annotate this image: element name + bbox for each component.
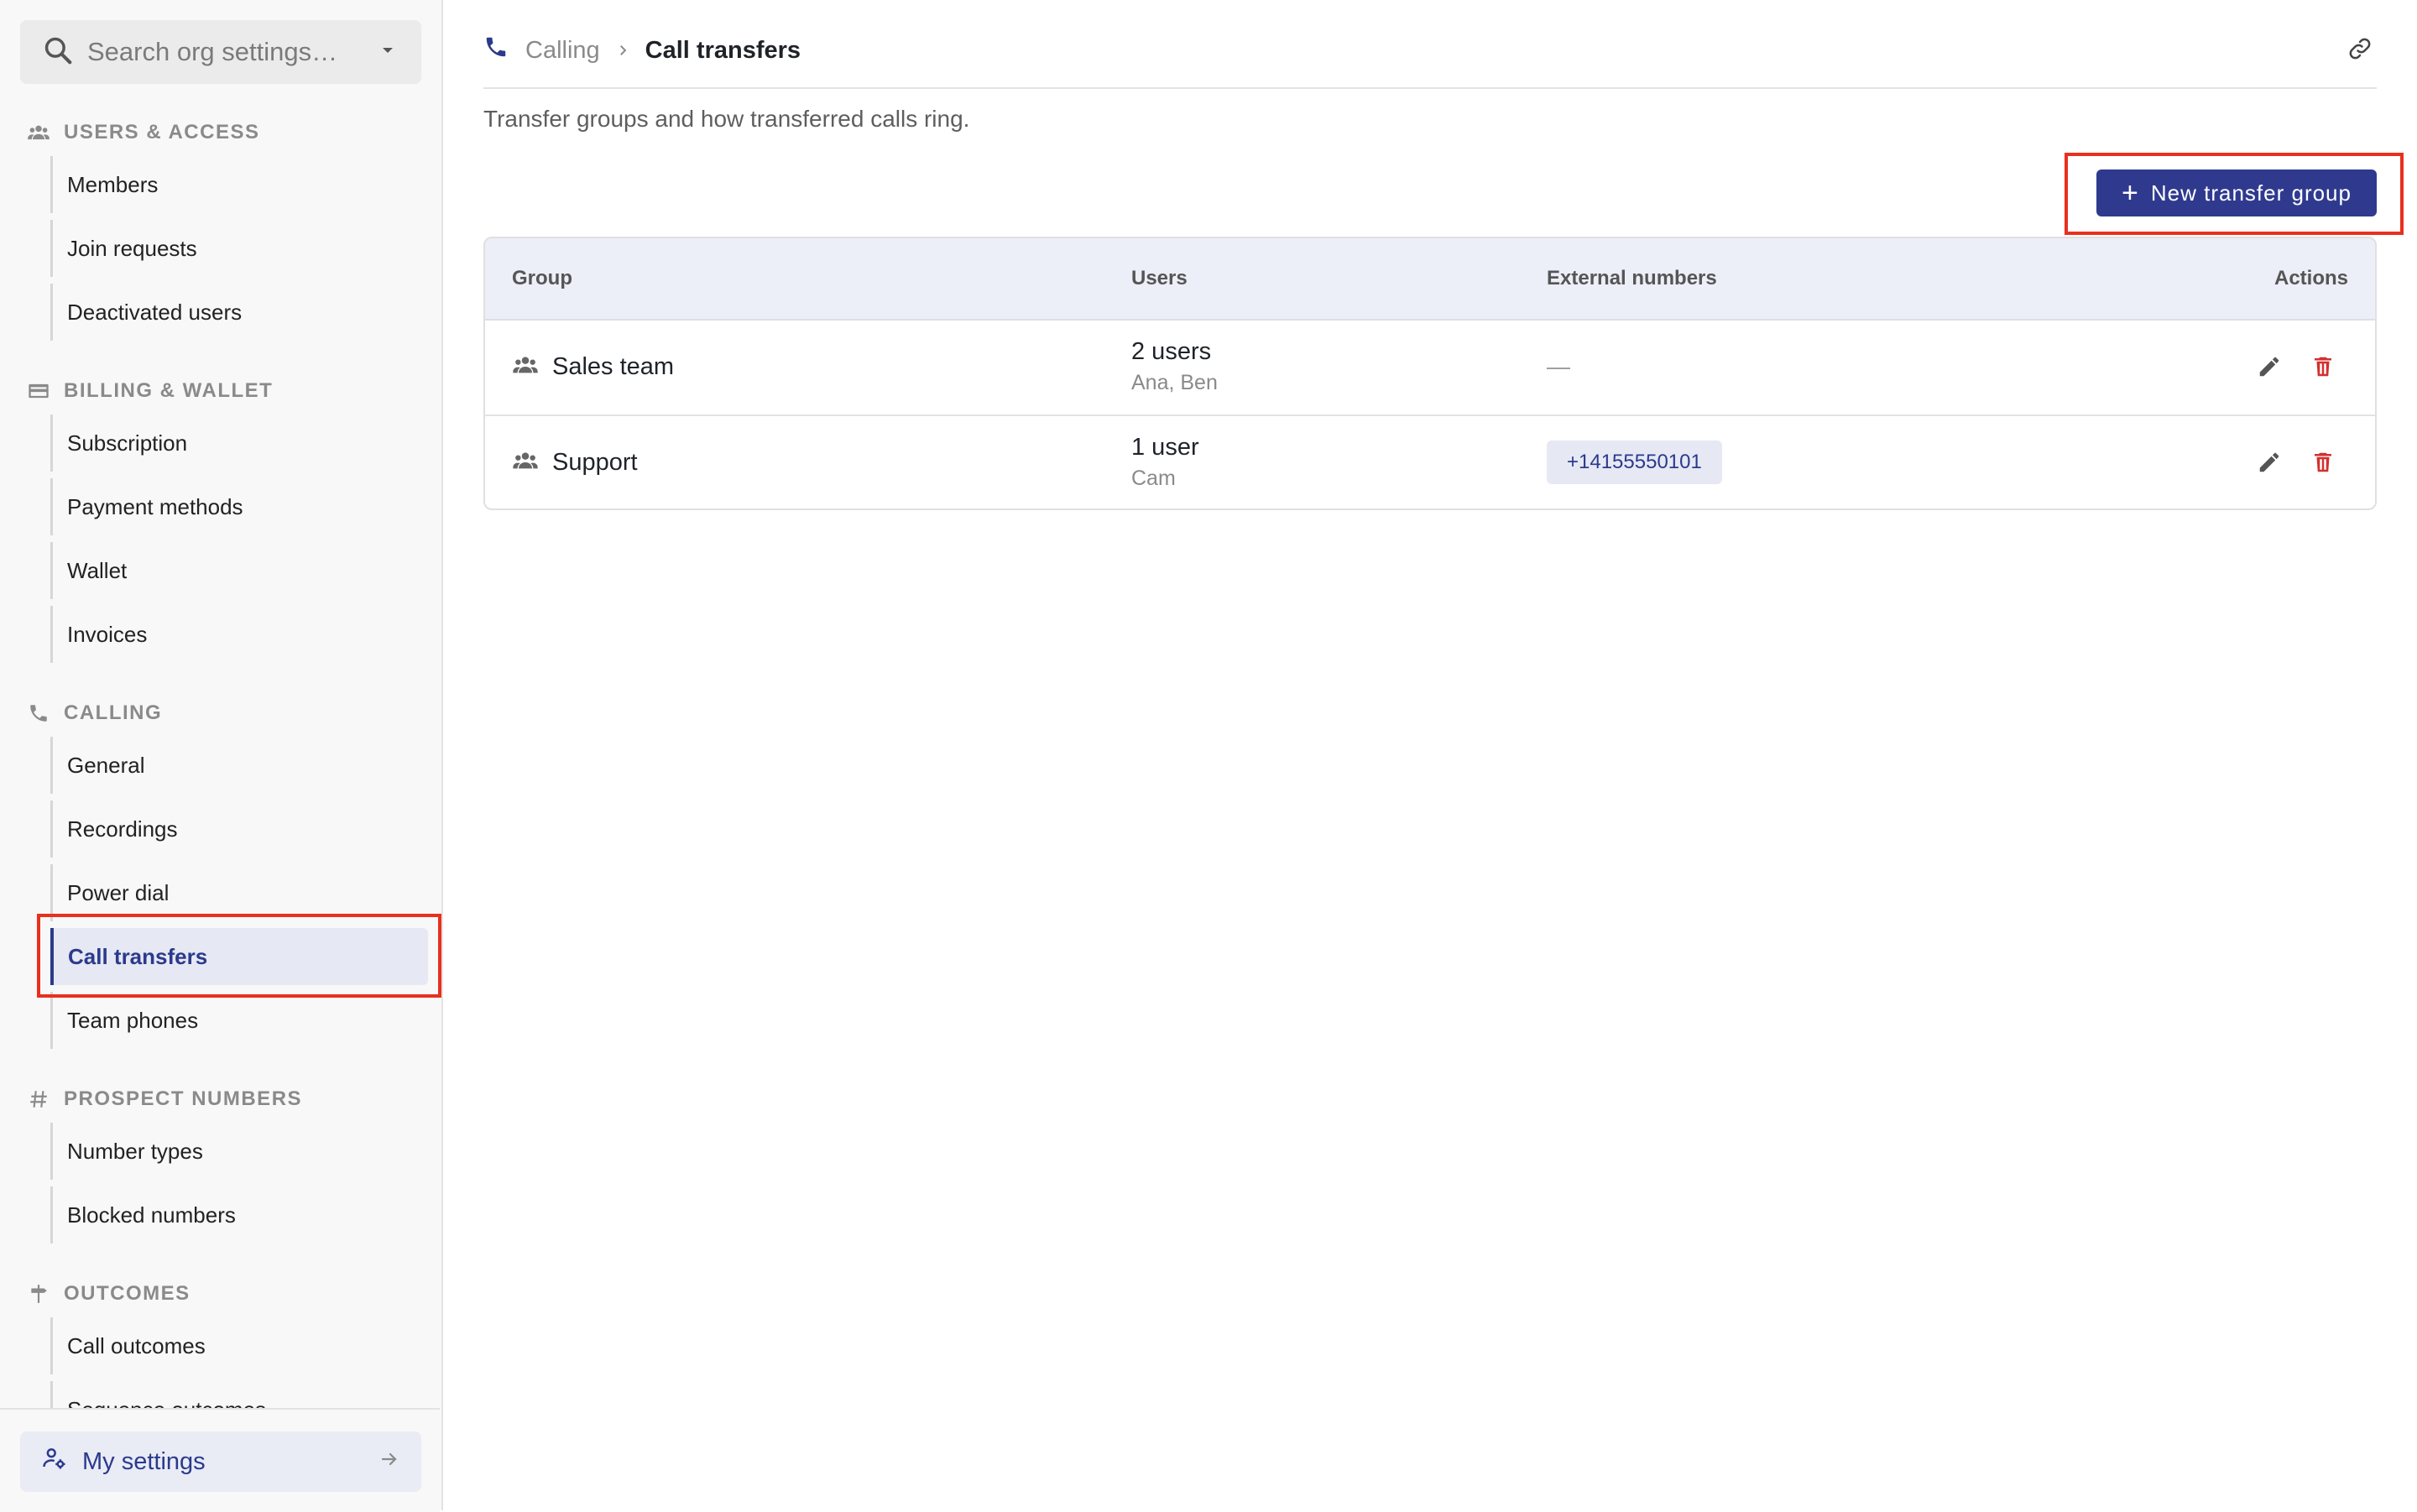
credit-card-icon bbox=[27, 379, 50, 403]
group-cell: Sales team bbox=[512, 319, 674, 414]
user-settings-icon bbox=[42, 1446, 67, 1478]
search-box[interactable] bbox=[20, 20, 421, 84]
my-settings-label: My settings bbox=[82, 1447, 206, 1475]
sidebar-item-power-dial[interactable]: Power dial bbox=[50, 864, 428, 921]
section-header-outcomes: OUTCOMES bbox=[27, 1282, 191, 1306]
column-header-actions: Actions bbox=[2273, 267, 2348, 289]
users-count: 2 users bbox=[1131, 338, 1212, 365]
phone-icon bbox=[483, 34, 509, 66]
chevron-down-icon[interactable] bbox=[378, 40, 398, 65]
sidebar-item-recordings[interactable]: Recordings bbox=[50, 800, 428, 858]
sidebar-item-deactivated-users[interactable]: Deactivated users bbox=[50, 284, 428, 341]
group-name: Support bbox=[552, 448, 638, 476]
sidebar-item-invoices[interactable]: Invoices bbox=[50, 606, 428, 663]
new-transfer-group-button[interactable]: + New transfer group bbox=[2096, 169, 2377, 216]
sidebar-item-blocked-numbers[interactable]: Blocked numbers bbox=[50, 1186, 428, 1243]
sidebar-item-general[interactable]: General bbox=[50, 737, 428, 794]
search-input[interactable] bbox=[86, 36, 378, 68]
sidebar-item-subscription[interactable]: Subscription bbox=[50, 414, 428, 472]
external-number-chip: +14155550101 bbox=[1547, 441, 1722, 484]
transfer-groups-table: Group Users External numbers Actions Sal… bbox=[483, 237, 2377, 510]
table-row: Support 1 user Cam +14155550101 bbox=[485, 414, 2375, 508]
sidebar-footer: My settings bbox=[0, 1408, 440, 1512]
group-cell: Support bbox=[512, 414, 638, 508]
group-icon bbox=[512, 447, 539, 478]
users-count: 1 user bbox=[1131, 434, 1199, 461]
sidebar: USERS & ACCESS Members Join requests Dea… bbox=[0, 0, 443, 1512]
breadcrumb-current: Call transfers bbox=[645, 36, 801, 64]
sidebar-item-join-requests[interactable]: Join requests bbox=[50, 220, 428, 277]
actions-cell bbox=[2253, 414, 2340, 508]
section-header-billing-wallet: BILLING & WALLET bbox=[27, 379, 273, 403]
sidebar-item-number-types[interactable]: Number types bbox=[50, 1123, 428, 1180]
table-row: Sales team 2 users Ana, Ben — bbox=[485, 319, 2375, 416]
section-title: CALLING bbox=[64, 701, 163, 724]
breadcrumb: Calling Call transfers bbox=[483, 30, 801, 70]
external-numbers-cell: — bbox=[1547, 319, 1570, 414]
sidebar-nav: USERS & ACCESS Members Join requests Dea… bbox=[0, 109, 440, 1411]
chevron-right-icon bbox=[615, 43, 630, 58]
arrow-right-icon bbox=[379, 1448, 399, 1476]
sidebar-item-call-outcomes[interactable]: Call outcomes bbox=[50, 1317, 428, 1374]
external-numbers-empty: — bbox=[1547, 353, 1570, 379]
signpost-icon bbox=[27, 1282, 50, 1306]
sidebar-item-wallet[interactable]: Wallet bbox=[50, 542, 428, 599]
page-subtitle: Transfer groups and how transferred call… bbox=[483, 106, 970, 132]
my-settings-button[interactable]: My settings bbox=[20, 1431, 421, 1492]
table-header: Group Users External numbers Actions bbox=[485, 238, 2375, 321]
column-header-external-numbers: External numbers bbox=[1547, 267, 1717, 289]
phone-icon bbox=[27, 701, 50, 725]
edit-button[interactable] bbox=[2253, 350, 2286, 383]
users-names: Cam bbox=[1131, 467, 1176, 490]
hash-icon bbox=[27, 1087, 50, 1111]
edit-button[interactable] bbox=[2253, 446, 2286, 479]
delete-button[interactable] bbox=[2306, 350, 2340, 383]
column-header-users: Users bbox=[1131, 267, 1188, 289]
breadcrumb-parent-link[interactable]: Calling bbox=[525, 37, 600, 65]
section-header-prospect-numbers: PROSPECT NUMBERS bbox=[27, 1087, 302, 1111]
external-numbers-cell: +14155550101 bbox=[1547, 414, 1722, 508]
main-content: Calling Call transfers Transfer groups a… bbox=[483, 0, 2377, 1510]
sidebar-item-team-phones[interactable]: Team phones bbox=[50, 992, 428, 1049]
section-header-calling: CALLING bbox=[27, 701, 162, 725]
group-name: Sales team bbox=[552, 352, 675, 380]
section-title: BILLING & WALLET bbox=[64, 379, 274, 402]
section-title: OUTCOMES bbox=[64, 1282, 191, 1305]
people-icon bbox=[27, 121, 50, 144]
header-divider bbox=[483, 87, 2377, 89]
plus-icon: + bbox=[2122, 177, 2139, 209]
users-names: Ana, Ben bbox=[1131, 371, 1218, 394]
link-icon bbox=[2347, 36, 2373, 65]
new-transfer-group-label: New transfer group bbox=[2150, 180, 2352, 206]
section-header-users-access: USERS & ACCESS bbox=[27, 121, 259, 144]
actions-cell bbox=[2253, 319, 2340, 414]
sidebar-item-call-transfers[interactable]: Call transfers bbox=[50, 928, 428, 985]
sidebar-item-payment-methods[interactable]: Payment methods bbox=[50, 478, 428, 535]
users-cell: 2 users Ana, Ben bbox=[1131, 319, 1218, 414]
section-title: USERS & ACCESS bbox=[64, 121, 260, 143]
section-title: PROSPECT NUMBERS bbox=[64, 1087, 303, 1110]
group-icon bbox=[512, 352, 539, 383]
column-header-group: Group bbox=[512, 267, 572, 289]
sidebar-item-sequence-outcomes[interactable]: Sequence outcomes bbox=[50, 1381, 428, 1411]
users-cell: 1 user Cam bbox=[1131, 414, 1199, 508]
copy-link-button[interactable] bbox=[2343, 34, 2377, 67]
delete-button[interactable] bbox=[2306, 446, 2340, 479]
search-icon bbox=[42, 34, 74, 70]
sidebar-item-members[interactable]: Members bbox=[50, 156, 428, 213]
